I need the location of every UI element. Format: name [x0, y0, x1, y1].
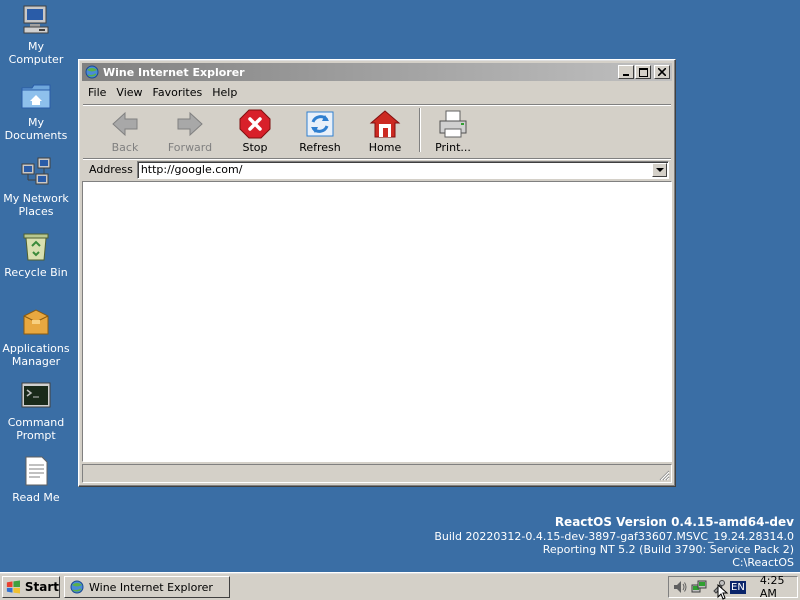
desktop-icon-label: Read Me: [12, 491, 60, 504]
menu-favorites[interactable]: Favorites: [148, 86, 208, 99]
back-arrow-icon: [109, 109, 141, 139]
desktop-icon-label: Manager: [11, 355, 61, 368]
menu-help[interactable]: Help: [207, 86, 242, 99]
documents-folder-icon: [20, 80, 52, 112]
system-path: C:\ReactOS: [732, 556, 794, 569]
stop-button[interactable]: Stop: [223, 109, 287, 157]
volume-icon[interactable]: [672, 579, 688, 595]
forward-button[interactable]: Forward: [158, 109, 222, 157]
os-version: ReactOS Version 0.4.15-amd64-dev: [554, 515, 794, 529]
address-input[interactable]: [137, 163, 652, 176]
desktop-icon-label: Documents: [4, 129, 68, 142]
desktop-icon-label: Recycle Bin: [4, 266, 68, 279]
window-title: Wine Internet Explorer: [103, 65, 245, 79]
resize-grip-icon[interactable]: [658, 469, 670, 481]
print-button[interactable]: Print...: [421, 109, 485, 157]
minimize-button[interactable]: [618, 65, 634, 79]
desktop-icon-command-prompt[interactable]: Command Prompt: [0, 380, 72, 442]
address-dropdown-button[interactable]: [652, 162, 667, 177]
desktop-icon-label: Prompt: [16, 429, 56, 442]
menu-view[interactable]: View: [111, 86, 147, 99]
stop-icon: [239, 109, 271, 139]
network-status-icon[interactable]: [691, 579, 707, 595]
desktop-icon-label: Applications: [2, 342, 70, 355]
desktop-icon-my-documents[interactable]: My Documents: [0, 80, 72, 142]
desktop-icon-label: My: [27, 116, 44, 129]
desktop-icon-applications-manager[interactable]: Applications Manager: [0, 306, 72, 368]
back-button[interactable]: Back: [93, 109, 157, 157]
text-document-icon: [20, 455, 52, 487]
chevron-down-icon: [655, 167, 664, 172]
internet-explorer-icon: [84, 64, 100, 80]
reactos-logo-icon: [6, 580, 20, 594]
address-combobox[interactable]: [136, 160, 669, 179]
command-prompt-icon: [20, 380, 52, 412]
refresh-icon: [304, 109, 336, 139]
desktop-icon-label: My: [27, 40, 44, 53]
taskbar-window-button[interactable]: Wine Internet Explorer: [64, 576, 230, 598]
start-button[interactable]: Start: [2, 576, 60, 598]
desktop-icon-label: Command: [7, 416, 65, 429]
close-icon: [658, 68, 666, 76]
page-content-area[interactable]: [82, 181, 672, 462]
back-label: Back: [111, 141, 139, 154]
refresh-button[interactable]: Refresh: [288, 109, 352, 157]
menu-file[interactable]: File: [83, 86, 111, 99]
home-label: Home: [368, 141, 402, 154]
toolbar: Back Forward Stop Refresh Home Print...: [83, 104, 671, 156]
language-indicator[interactable]: EN: [730, 580, 746, 594]
home-icon: [369, 109, 401, 139]
build-string: Build 20220312-0.4.15-dev-3897-gaf33607.…: [434, 530, 794, 543]
system-tray: EN 4:25 AM: [668, 574, 798, 600]
computer-icon: [20, 4, 52, 36]
desktop-icon-recycle-bin[interactable]: Recycle Bin: [0, 230, 72, 279]
forward-arrow-icon: [174, 109, 206, 139]
status-bar: [82, 464, 672, 483]
refresh-label: Refresh: [299, 141, 341, 154]
start-label: Start: [24, 580, 59, 594]
taskbar: Start Wine Internet Explorer EN 4:25 AM: [0, 572, 800, 600]
network-icon: [20, 156, 52, 188]
stop-label: Stop: [242, 141, 268, 154]
home-button[interactable]: Home: [353, 109, 417, 157]
mouse-cursor-icon: [717, 584, 729, 600]
printer-icon: [437, 109, 469, 139]
desktop-icon-my-computer[interactable]: My Computer: [0, 4, 72, 66]
print-label: Print...: [435, 141, 471, 154]
desktop-icon-read-me[interactable]: Read Me: [0, 455, 72, 504]
forward-label: Forward: [167, 141, 213, 154]
maximize-icon: [638, 67, 648, 77]
desktop-icon-label: My Network: [3, 192, 69, 205]
build-info: ReactOS Version 0.4.15-amd64-dev Build 2…: [434, 515, 794, 569]
maximize-button[interactable]: [635, 65, 651, 79]
close-button[interactable]: [654, 65, 670, 79]
title-bar[interactable]: Wine Internet Explorer: [82, 63, 672, 81]
clock[interactable]: 4:25 AM: [760, 574, 797, 600]
minimize-icon: [623, 74, 629, 76]
address-label: Address: [89, 163, 133, 176]
desktop-icon-label: Places: [18, 205, 54, 218]
browser-window[interactable]: Wine Internet Explorer File View Favorit…: [78, 59, 676, 487]
applications-manager-icon: [20, 306, 52, 338]
recycle-bin-icon: [20, 230, 52, 262]
internet-explorer-icon: [69, 579, 85, 595]
desktop-icon-my-network-places[interactable]: My Network Places: [0, 156, 72, 218]
address-bar: Address: [83, 158, 671, 180]
desktop-icon-label: Computer: [8, 53, 64, 66]
menu-bar: File View Favorites Help: [83, 83, 671, 101]
reporting-string: Reporting NT 5.2 (Build 3790: Service Pa…: [542, 543, 794, 556]
taskbar-window-title: Wine Internet Explorer: [89, 580, 213, 594]
